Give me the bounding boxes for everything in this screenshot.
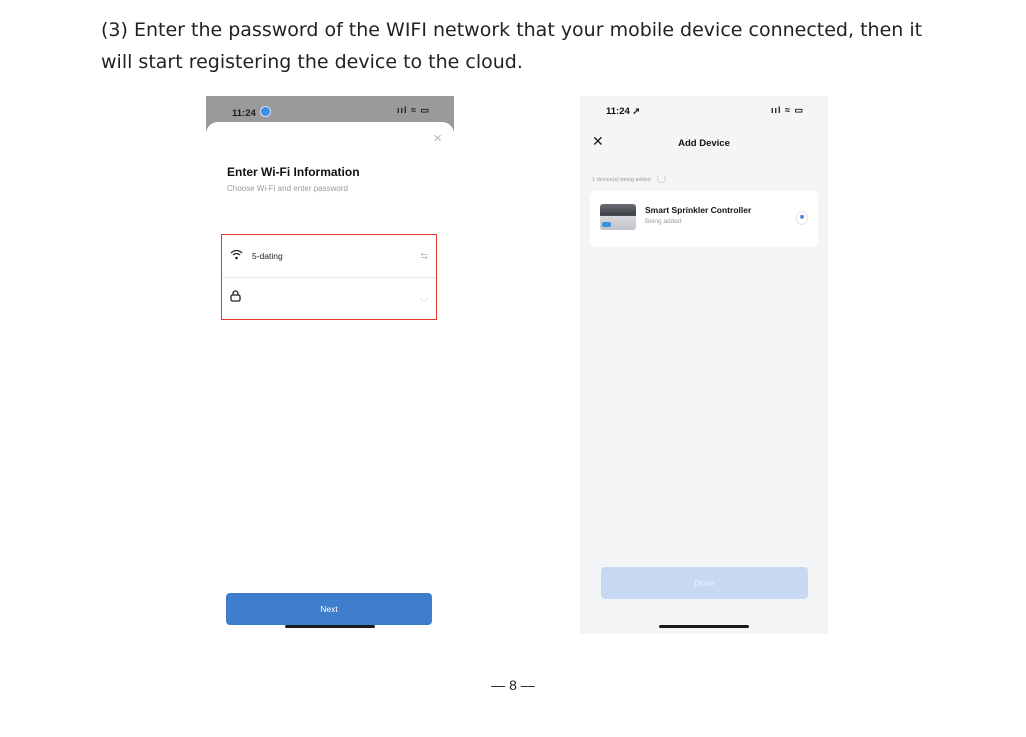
home-indicator: [659, 625, 749, 628]
device-card[interactable]: Smart Sprinkler Controller Being added ■: [590, 191, 818, 247]
lock-icon: [230, 290, 241, 305]
next-button[interactable]: Next: [226, 593, 432, 625]
status-time: 11:24 ➚: [606, 106, 641, 117]
home-indicator: [285, 625, 375, 628]
wifi-form-highlight: 5-dating ⇆ ◡: [221, 234, 437, 320]
location-icon: [260, 106, 272, 117]
instruction-line-1: (3) Enter the password of the WIFI netwo…: [101, 19, 923, 41]
wifi-sheet: × Enter Wi-Fi Information Choose Wi-Fi a…: [206, 122, 454, 634]
password-row[interactable]: ◡: [222, 278, 436, 318]
switch-network-icon[interactable]: ⇆: [420, 251, 428, 262]
device-status: Being added: [645, 218, 682, 225]
status-bar: 11:24 ➚ ııl ≈ ▭: [580, 96, 828, 126]
close-icon[interactable]: ×: [433, 130, 442, 147]
page-title: Add Device: [678, 138, 730, 149]
status-icons: ııl ≈ ▭: [397, 105, 430, 115]
page-number: — 8 —: [491, 677, 535, 693]
spinner-icon: [656, 174, 666, 183]
wifi-icon: [230, 249, 243, 263]
sheet-subtitle: Choose Wi-Fi and enter password: [227, 184, 348, 193]
add-device-screenshot: 11:24 ➚ ııl ≈ ▭ ✕ Add Device 1 device(s)…: [580, 96, 828, 634]
status-icons: ııl ≈ ▭: [771, 105, 804, 115]
wifi-select-row[interactable]: 5-dating ⇆: [222, 237, 436, 278]
sheet-title: Enter Wi-Fi Information: [227, 165, 360, 179]
instruction-line-2: will start registering the device to the…: [101, 51, 523, 73]
done-button[interactable]: Done: [601, 567, 808, 599]
adding-status: 1 device(s) being added: [592, 174, 666, 183]
status-indicator-icon: ■: [796, 211, 808, 225]
instruction-text: (3) Enter the password of the WIFI netwo…: [101, 14, 961, 78]
hide-password-icon[interactable]: ◡: [420, 292, 428, 303]
device-name: Smart Sprinkler Controller: [645, 205, 752, 215]
status-time: 11:24: [232, 106, 272, 119]
device-image: [600, 204, 636, 230]
wifi-info-screenshot: 11:24 ııl ≈ ▭ × Enter Wi-Fi Information …: [206, 96, 454, 634]
wifi-name: 5-dating: [252, 251, 283, 261]
